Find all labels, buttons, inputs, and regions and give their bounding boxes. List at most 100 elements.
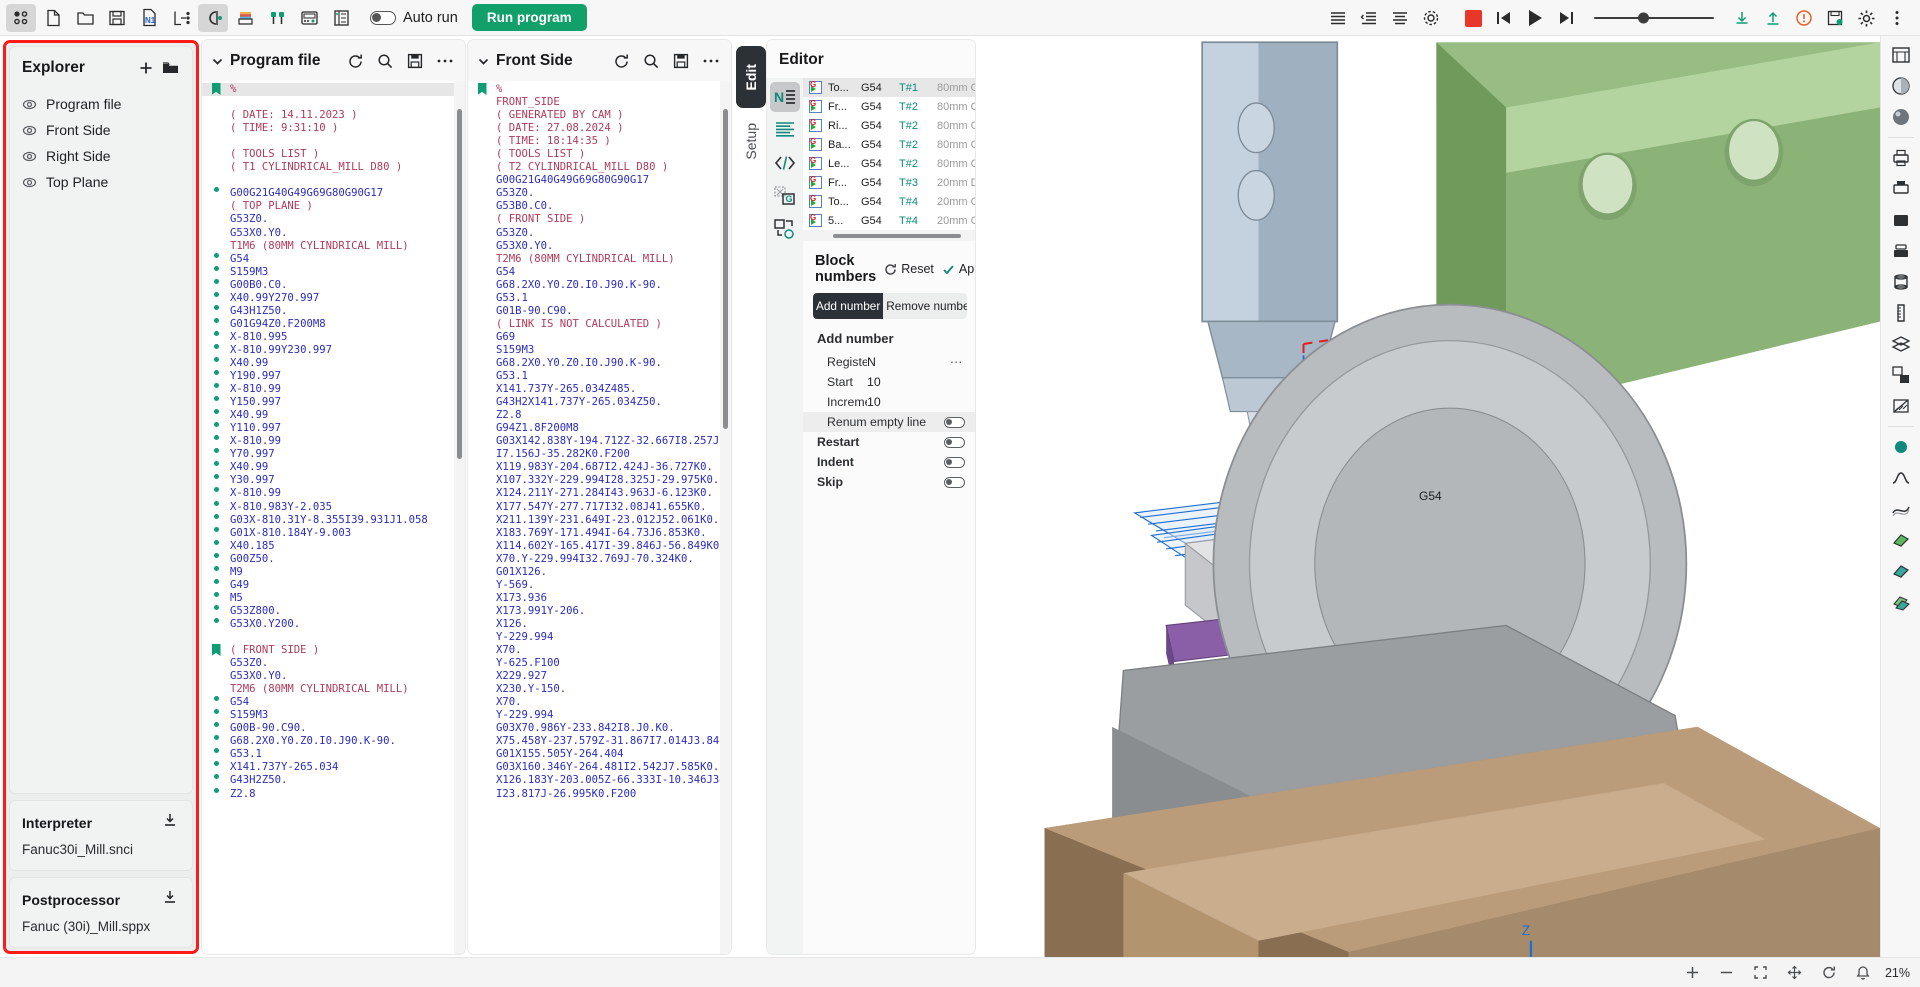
3d-viewport[interactable]: Front Right Top Z Y X G54 <box>977 40 1880 957</box>
code-line[interactable] <box>202 174 465 187</box>
line-gutter-dot[interactable] <box>202 422 230 428</box>
play-icon[interactable] <box>1520 4 1550 32</box>
code-line[interactable]: X-810.995 <box>202 330 465 344</box>
line-gutter-bookmark[interactable] <box>202 644 230 657</box>
code-line[interactable]: M9 <box>202 565 465 579</box>
minus-icon[interactable] <box>1715 962 1739 984</box>
code-line[interactable]: G00G21G40G49G69G80G90G17 <box>202 187 465 200</box>
code-line[interactable]: % <box>202 83 465 97</box>
tab-setup[interactable]: Setup <box>736 110 766 172</box>
skip-end-icon[interactable] <box>1551 4 1581 32</box>
line-gutter-dot[interactable] <box>202 774 230 780</box>
bookmark-icon[interactable] <box>477 83 487 95</box>
point-cloud-icon[interactable] <box>1884 432 1918 462</box>
front-side-code[interactable]: % FRONT_SIDE( GENERATED BY CAM )( DATE: 2… <box>468 81 731 954</box>
code-line[interactable]: I23.817J-26.995K0.F200 <box>468 788 731 801</box>
line-dot-marker[interactable] <box>213 265 219 271</box>
line-gutter-dot[interactable] <box>202 578 230 584</box>
more-icon[interactable] <box>697 49 725 73</box>
code-line[interactable]: G53X0.Y200. <box>202 617 465 631</box>
code-line[interactable]: X-810.99 <box>202 487 465 500</box>
fit-icon[interactable] <box>1749 962 1773 984</box>
eye-icon[interactable] <box>22 149 37 164</box>
line-dot-marker[interactable] <box>213 604 219 610</box>
code-line[interactable]: G68.2X0.Y0.Z0.I0.J90.K-90. <box>468 279 731 292</box>
code-line[interactable]: T2M6 (80MM CYLINDRICAL MILL) <box>468 253 731 266</box>
code-line[interactable]: Y-229.994 <box>468 709 731 722</box>
download-arrow-icon[interactable] <box>1727 4 1757 32</box>
line-gutter-dot[interactable] <box>202 487 230 493</box>
table-row[interactable]: Fr... G54 T#3 20mm D <box>803 173 975 192</box>
line-dot-marker[interactable] <box>213 383 219 389</box>
line-dot-marker[interactable] <box>213 748 219 754</box>
line-gutter-dot[interactable] <box>202 787 230 793</box>
line-dot-marker[interactable] <box>213 500 219 506</box>
front-scrollbar[interactable] <box>723 109 728 429</box>
code-line[interactable]: G01G94Z0.F200M8 <box>202 317 465 331</box>
code-line[interactable]: X70.Y-229.994I32.769J-70.324K0. <box>468 553 731 566</box>
code-line[interactable]: G94Z1.8F200M8 <box>468 422 731 435</box>
toggle-switch[interactable] <box>944 436 965 448</box>
line-dot-marker[interactable] <box>213 487 219 493</box>
line-gutter-bookmark[interactable] <box>468 83 496 95</box>
code-line[interactable]: ( FRONT SIDE ) <box>202 644 465 657</box>
table-row[interactable]: 5... G54 T#4 20mm C <box>803 211 975 230</box>
code-line[interactable]: T2M6 (80MM CYLINDRICAL MILL) <box>202 683 465 696</box>
line-gutter-dot[interactable] <box>202 304 230 310</box>
code-line[interactable]: Y30.997 <box>202 474 465 487</box>
export-icon[interactable] <box>166 4 196 32</box>
code-line[interactable]: T1M6 (80MM CYLINDRICAL MILL) <box>202 240 465 253</box>
code-line[interactable]: S159M3 <box>468 344 731 357</box>
explorer-item-program-file[interactable]: Program file <box>10 91 192 117</box>
solid-box-icon[interactable] <box>1884 205 1918 235</box>
line-dot-marker[interactable] <box>213 552 219 558</box>
run-program-button[interactable]: Run program <box>471 4 587 31</box>
code-line[interactable]: X183.769Y-171.494I-64.73J6.853K0. <box>468 527 731 540</box>
line-dot-marker[interactable] <box>213 526 219 532</box>
code-line[interactable]: G53X0.Y0. <box>202 227 465 240</box>
code-line[interactable]: Z2.8 <box>202 787 465 801</box>
code-line[interactable]: X141.737Y-265.034 <box>202 761 465 774</box>
code-line[interactable] <box>202 96 465 109</box>
more-icon[interactable]: ⋯ <box>947 355 965 369</box>
program-file-code[interactable]: % ( DATE: 14.11.2023 )( TIME: 9:31:10 ) ( … <box>202 81 465 954</box>
code-line[interactable]: ( GENERATED BY CAM ) <box>468 109 731 122</box>
line-gutter-dot[interactable] <box>202 278 230 284</box>
code-line[interactable]: X141.737Y-265.034Z485. <box>468 383 731 396</box>
indent-decrease-icon[interactable] <box>1354 4 1384 32</box>
line-dot-marker[interactable] <box>213 474 219 480</box>
line-dot-marker[interactable] <box>213 761 219 767</box>
replace-g-icon[interactable]: G <box>770 181 800 211</box>
line-dot-marker[interactable] <box>213 278 219 284</box>
line-dot-marker[interactable] <box>213 317 219 323</box>
line-dot-marker[interactable] <box>213 370 219 376</box>
more-vertical-icon[interactable] <box>1882 4 1912 32</box>
code-line[interactable]: Y150.997 <box>202 396 465 409</box>
line-dot-marker[interactable] <box>213 291 219 297</box>
line-gutter-dot[interactable] <box>202 409 230 415</box>
surface-icon[interactable] <box>1884 494 1918 524</box>
code-line[interactable]: Z2.8 <box>468 409 731 422</box>
code-line[interactable]: ( T1 CYLINDRICAL_MILL D80 ) <box>202 161 465 174</box>
line-dot-marker[interactable] <box>213 187 219 193</box>
code-line[interactable]: X124.211Y-271.284I43.963J-6.123K0. <box>468 487 731 500</box>
line-dot-marker[interactable] <box>213 396 219 402</box>
line-gutter-dot[interactable] <box>202 761 230 767</box>
code-line[interactable]: X126. <box>468 618 731 631</box>
code-line[interactable]: X211.139Y-231.649I-23.012J52.061K0. <box>468 514 731 527</box>
line-dot-marker[interactable] <box>213 448 219 454</box>
line-dot-marker[interactable] <box>213 435 219 441</box>
align-lines-icon[interactable] <box>770 115 800 145</box>
line-dot-marker[interactable] <box>213 735 219 741</box>
line-gutter-dot[interactable] <box>202 735 230 741</box>
code-line[interactable]: X40.99 <box>202 356 465 370</box>
explorer-item-front-side[interactable]: Front Side <box>10 117 192 143</box>
line-dot-marker[interactable] <box>213 709 219 715</box>
line-gutter-dot[interactable] <box>202 617 230 623</box>
line-gutter-dot[interactable] <box>202 383 230 389</box>
code-line[interactable]: X75.458Y-237.579Z-31.867I7.014J3.848 <box>468 735 731 748</box>
apply-button[interactable]: Apply <box>942 262 975 276</box>
code-line[interactable]: ( TIME: 9:31:10 ) <box>202 122 465 135</box>
code-line[interactable]: ( TOP PLANE ) <box>202 200 465 213</box>
line-gutter-dot[interactable] <box>202 565 230 571</box>
